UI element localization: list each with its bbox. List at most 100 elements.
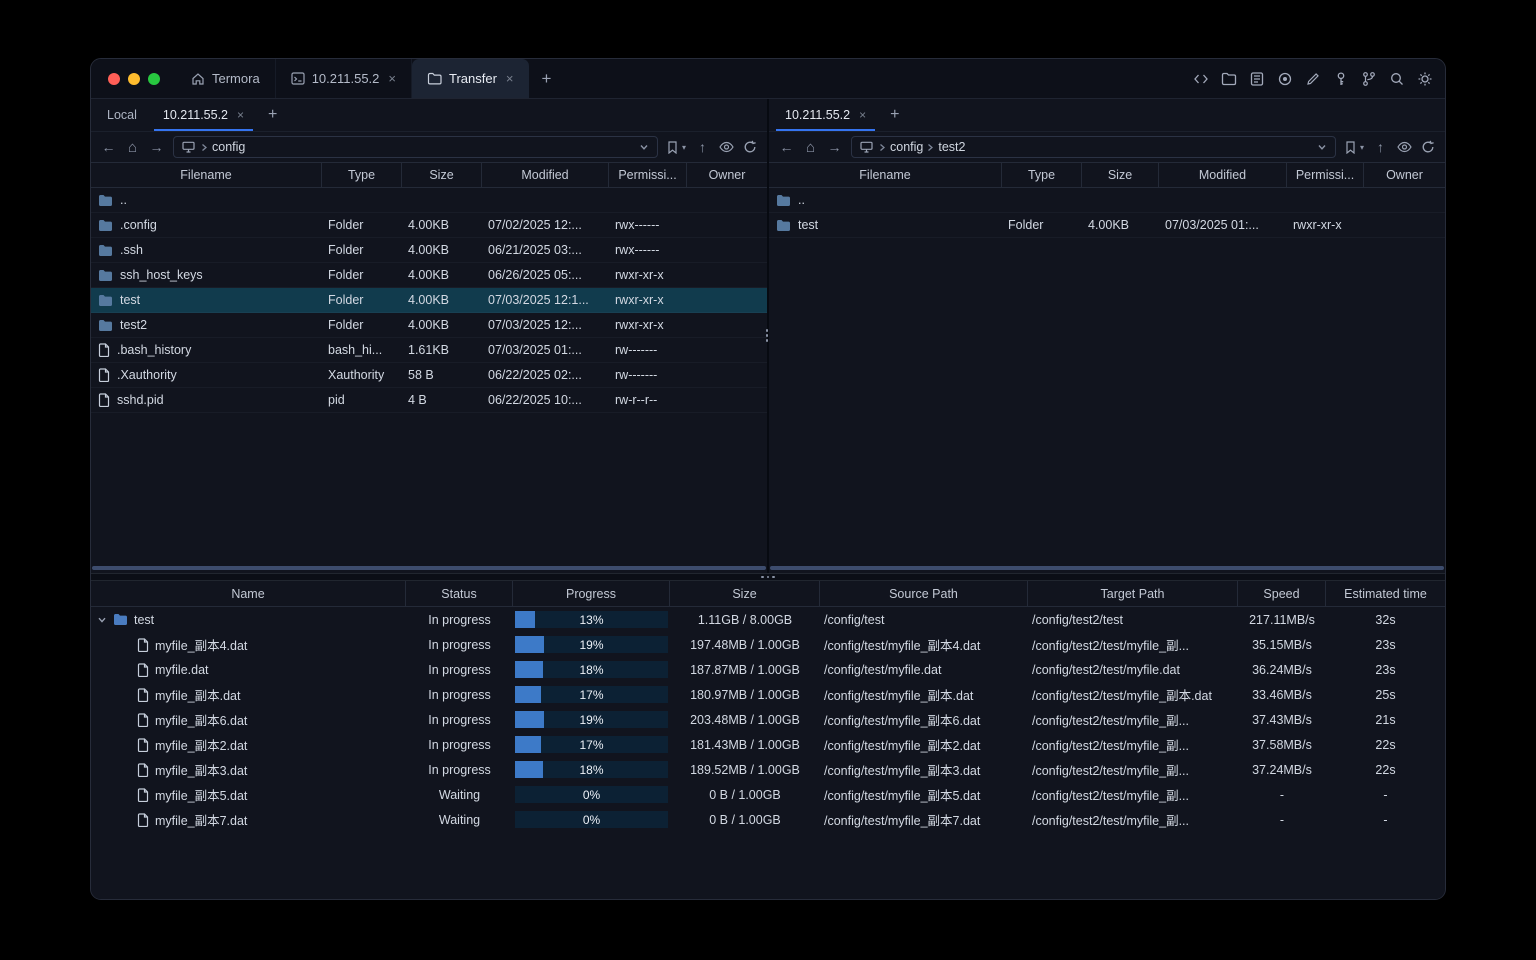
chevron-down-icon[interactable] bbox=[1317, 142, 1327, 152]
back-icon[interactable] bbox=[101, 140, 116, 154]
transfer-row[interactable]: myfile_副本3.dat In progress 18% 189.52MB … bbox=[91, 757, 1445, 782]
zoom-window-button[interactable] bbox=[148, 72, 160, 85]
record-icon[interactable] bbox=[1277, 71, 1293, 87]
close-tab-icon[interactable] bbox=[506, 72, 514, 85]
right-address-bar[interactable]: config test2 bbox=[851, 136, 1336, 158]
up-icon[interactable] bbox=[695, 140, 710, 154]
transfer-eta: - bbox=[1383, 787, 1388, 802]
breadcrumb-label: config bbox=[212, 140, 246, 154]
column-header-size[interactable]: Size bbox=[1082, 163, 1159, 187]
transfer-row[interactable]: myfile_副本7.dat Waiting 0% 0 B / 1.00GB /… bbox=[91, 807, 1445, 832]
file-row[interactable]: test2 Folder 4.00KB 07/03/2025 12:... rw… bbox=[91, 313, 767, 338]
app-tab[interactable]: Termora bbox=[176, 59, 276, 98]
column-header-owner[interactable]: Owner bbox=[1364, 163, 1445, 187]
column-header-type[interactable]: Type bbox=[1002, 163, 1082, 187]
column-header-owner[interactable]: Owner bbox=[687, 163, 767, 187]
breadcrumb-segment[interactable]: test2 bbox=[926, 140, 965, 154]
close-tab-icon[interactable] bbox=[237, 109, 244, 121]
expand-chevron-icon[interactable] bbox=[97, 615, 107, 625]
log-icon[interactable] bbox=[1249, 71, 1265, 87]
column-header-source-path[interactable]: Source Path bbox=[820, 581, 1028, 606]
transfer-splitter[interactable] bbox=[91, 573, 1445, 581]
key-icon[interactable] bbox=[1333, 71, 1349, 87]
file-modified: 07/03/2025 12:... bbox=[488, 318, 582, 332]
file-row[interactable]: .ssh Folder 4.00KB 06/21/2025 03:... rwx… bbox=[91, 238, 767, 263]
add-panel-tab-button[interactable] bbox=[257, 99, 288, 131]
horizontal-scrollbar[interactable] bbox=[770, 566, 1444, 570]
eye-icon[interactable] bbox=[719, 141, 734, 153]
column-header-modified[interactable]: Modified bbox=[482, 163, 609, 187]
column-header-speed[interactable]: Speed bbox=[1238, 581, 1326, 606]
app-tab[interactable]: Transfer bbox=[412, 59, 529, 98]
transfer-row[interactable]: myfile_副本6.dat In progress 19% 203.48MB … bbox=[91, 707, 1445, 732]
column-header-status[interactable]: Status bbox=[406, 581, 513, 606]
transfer-row[interactable]: myfile_副本4.dat In progress 19% 197.48MB … bbox=[91, 632, 1445, 657]
left-address-bar[interactable]: config bbox=[173, 136, 658, 158]
column-header-permission[interactable]: Permissi... bbox=[1287, 163, 1364, 187]
close-window-button[interactable] bbox=[108, 72, 120, 85]
add-panel-tab-button[interactable] bbox=[879, 99, 910, 131]
file-row[interactable]: .. bbox=[91, 188, 767, 213]
panel-tab[interactable]: Local bbox=[94, 99, 150, 131]
file-row[interactable]: .Xauthority Xauthority 58 B 06/22/2025 0… bbox=[91, 363, 767, 388]
file-row[interactable]: .config Folder 4.00KB 07/02/2025 12:... … bbox=[91, 213, 767, 238]
forward-icon[interactable] bbox=[149, 140, 164, 154]
settings-icon[interactable] bbox=[1417, 71, 1433, 87]
splitter-handle-icon[interactable] bbox=[761, 575, 775, 579]
bookmark-icon[interactable] bbox=[667, 140, 678, 154]
column-header-type[interactable]: Type bbox=[322, 163, 402, 187]
panel-tab[interactable]: 10.211.55.2 bbox=[150, 99, 257, 131]
transfer-row[interactable]: test In progress 13% 1.11GB / 8.00GB /co… bbox=[91, 607, 1445, 632]
breadcrumb-segment[interactable]: config bbox=[878, 140, 923, 154]
chevron-down-icon[interactable] bbox=[639, 142, 649, 152]
refresh-icon[interactable] bbox=[1421, 140, 1435, 154]
search-icon[interactable] bbox=[1389, 71, 1405, 87]
forward-icon[interactable] bbox=[827, 140, 842, 154]
panel-tab[interactable]: 10.211.55.2 bbox=[772, 99, 879, 131]
app-tab[interactable]: 10.211.55.2 bbox=[276, 59, 412, 98]
column-header-name[interactable]: Name bbox=[91, 581, 406, 606]
file-row[interactable]: ssh_host_keys Folder 4.00KB 06/26/2025 0… bbox=[91, 263, 767, 288]
column-header-filename[interactable]: Filename bbox=[769, 163, 1002, 187]
column-header-progress[interactable]: Progress bbox=[513, 581, 670, 606]
code-icon[interactable] bbox=[1193, 71, 1209, 87]
breadcrumb-segment[interactable]: config bbox=[200, 140, 245, 154]
column-header-size[interactable]: Size bbox=[670, 581, 820, 606]
file-row[interactable]: test Folder 4.00KB 07/03/2025 01:... rwx… bbox=[769, 213, 1445, 238]
file-row[interactable]: sshd.pid pid 4 B 06/22/2025 10:... rw-r-… bbox=[91, 388, 767, 413]
file-name: test2 bbox=[120, 318, 148, 332]
column-header-estimated-time[interactable]: Estimated time bbox=[1326, 581, 1445, 606]
column-header-target-path[interactable]: Target Path bbox=[1028, 581, 1238, 606]
refresh-icon[interactable] bbox=[743, 140, 757, 154]
column-header-permission[interactable]: Permissi... bbox=[609, 163, 687, 187]
home-icon[interactable] bbox=[125, 140, 140, 155]
close-tab-icon[interactable] bbox=[859, 109, 866, 121]
up-icon[interactable] bbox=[1373, 140, 1388, 154]
edit-icon[interactable] bbox=[1305, 71, 1321, 87]
transfer-row[interactable]: myfile.dat In progress 18% 187.87MB / 1.… bbox=[91, 657, 1445, 682]
breadcrumb-label: test2 bbox=[938, 140, 966, 154]
bookmark-icon[interactable] bbox=[1345, 140, 1356, 154]
left-table-header: Filename Type Size Modified Permissi... … bbox=[91, 162, 767, 188]
bookmark-caret-icon[interactable] bbox=[1360, 143, 1364, 152]
branch-icon[interactable] bbox=[1361, 71, 1377, 87]
file-row[interactable]: .bash_history bash_hi... 1.61KB 07/03/20… bbox=[91, 338, 767, 363]
transfer-row[interactable]: myfile_副本5.dat Waiting 0% 0 B / 1.00GB /… bbox=[91, 782, 1445, 807]
transfer-row[interactable]: myfile_副本2.dat In progress 17% 181.43MB … bbox=[91, 732, 1445, 757]
splitter-handle-icon[interactable] bbox=[765, 329, 768, 342]
column-header-size[interactable]: Size bbox=[402, 163, 482, 187]
home-icon[interactable] bbox=[803, 140, 818, 155]
column-header-filename[interactable]: Filename bbox=[91, 163, 322, 187]
close-tab-icon[interactable] bbox=[388, 72, 396, 85]
back-icon[interactable] bbox=[779, 140, 794, 154]
horizontal-scrollbar[interactable] bbox=[92, 566, 766, 570]
new-folder-icon[interactable] bbox=[1221, 71, 1237, 87]
new-tab-button[interactable] bbox=[529, 59, 565, 98]
bookmark-caret-icon[interactable] bbox=[682, 143, 686, 152]
minimize-window-button[interactable] bbox=[128, 72, 140, 85]
transfer-row[interactable]: myfile_副本.dat In progress 17% 180.97MB /… bbox=[91, 682, 1445, 707]
column-header-modified[interactable]: Modified bbox=[1159, 163, 1287, 187]
file-row[interactable]: test Folder 4.00KB 07/03/2025 12:1... rw… bbox=[91, 288, 767, 313]
eye-icon[interactable] bbox=[1397, 141, 1412, 153]
file-row[interactable]: .. bbox=[769, 188, 1445, 213]
